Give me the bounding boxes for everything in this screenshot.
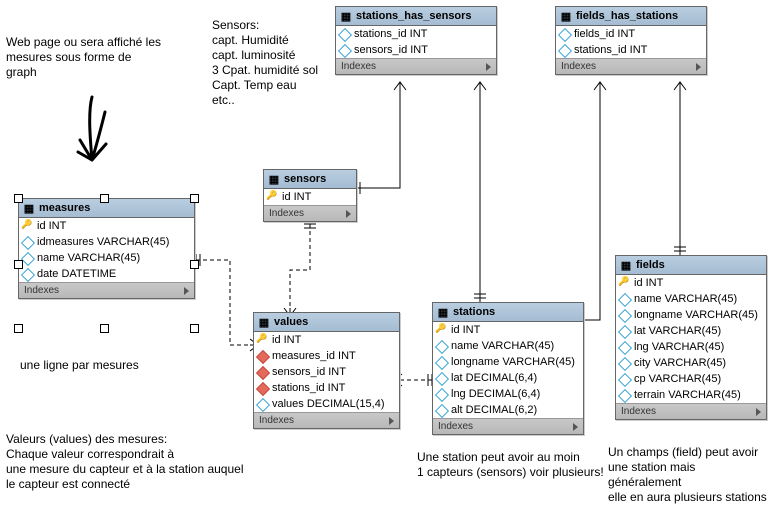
selection-handle[interactable] [14,260,23,269]
table-title: fields [636,259,665,271]
table-measures[interactable]: ▦ measures id INTidmeasures VARCHAR(45)na… [18,198,195,299]
table-icon: ▦ [258,316,270,328]
table-values[interactable]: ▦ values id INTmeasures_id INTsensors_id … [253,312,400,429]
column: lng DECIMAL(6,4) [433,386,583,402]
table-columns: id INTname VARCHAR(45)longname VARCHAR(4… [616,275,766,404]
table-icon: ▦ [620,259,632,271]
table-icon: ▦ [340,10,352,22]
indexes-label: Indexes [621,406,656,417]
table-icon: ▦ [268,173,280,185]
column: stations_id INT [556,42,706,58]
annotation-station: Une station peut avoir au moin 1 capteur… [417,450,604,480]
table-sensors[interactable]: ▦ sensors id INT Indexes [263,169,357,222]
table-columns: id INT [264,189,356,206]
column: idmeasures VARCHAR(45) [19,234,194,250]
column: id INT [264,189,356,205]
indexes-label: Indexes [438,421,473,432]
column: sensors_id INT [254,364,399,380]
indexes-label: Indexes [269,208,304,219]
table-fields-has-stations[interactable]: ▦ fields_has_stations fields_id INTstatio… [555,6,707,75]
selection-handle[interactable] [190,324,199,333]
expand-icon[interactable] [756,408,761,416]
indexes-label: Indexes [341,61,376,72]
selection-handle[interactable] [100,194,109,203]
table-title: sensors [284,173,326,185]
column: id INT [433,322,583,338]
expand-icon[interactable] [184,287,189,295]
annotation-values: Valeurs (values) des mesures: Chaque val… [6,432,244,492]
column: terrain VARCHAR(45) [616,387,766,403]
table-title: values [274,316,308,328]
column: lat DECIMAL(6,4) [433,370,583,386]
expand-icon[interactable] [389,417,394,425]
table-icon: ▦ [437,306,449,318]
column: name VARCHAR(45) [433,338,583,354]
table-columns: id INTidmeasures VARCHAR(45)name VARCHAR… [19,218,194,283]
expand-icon[interactable] [696,63,701,71]
table-title: stations [453,306,495,318]
column: longname VARCHAR(45) [433,354,583,370]
selection-handle[interactable] [190,260,199,269]
annotation-sensors: Sensors: capt. Humidité capt. luminosité… [212,18,318,108]
annotation-field: Un champs (field) peut avoir une station… [608,445,769,505]
table-stations-has-sensors[interactable]: ▦ stations_has_sensors stations_id INTsen… [335,6,497,75]
table-icon: ▦ [560,10,572,22]
table-title: fields_has_stations [576,10,678,22]
annotation-line-per-measure: une ligne par mesures [20,358,139,373]
column: date DATETIME [19,266,194,282]
column: measures_id INT [254,348,399,364]
indexes-label: Indexes [561,61,596,72]
column: lat VARCHAR(45) [616,323,766,339]
column: fields_id INT [556,26,706,42]
column: name VARCHAR(45) [616,291,766,307]
column: longname VARCHAR(45) [616,307,766,323]
column: values DECIMAL(15,4) [254,396,399,412]
column: alt DECIMAL(6,2) [433,402,583,418]
column: cp VARCHAR(45) [616,371,766,387]
column: name VARCHAR(45) [19,250,194,266]
table-fields[interactable]: ▦ fields id INTname VARCHAR(45)longname V… [615,255,767,420]
expand-icon[interactable] [573,423,578,431]
table-columns: fields_id INTstations_id INT [556,26,706,59]
table-columns: id INTname VARCHAR(45)longname VARCHAR(4… [433,322,583,419]
table-stations[interactable]: ▦ stations id INTname VARCHAR(45)longname… [432,302,584,435]
expand-icon[interactable] [486,63,491,71]
annotation-webpage: Web page ou sera affiché les mesures sou… [6,35,161,80]
column: stations_id INT [336,26,496,42]
table-title: measures [39,202,90,214]
table-columns: stations_id INTsensors_id INT [336,26,496,59]
table-title: stations_has_sensors [356,10,472,22]
column: lng VARCHAR(45) [616,339,766,355]
column: city VARCHAR(45) [616,355,766,371]
selection-handle[interactable] [14,324,23,333]
indexes-label: Indexes [24,285,59,296]
column: stations_id INT [254,380,399,396]
selection-handle[interactable] [14,194,23,203]
selection-handle[interactable] [190,194,199,203]
selection-handle[interactable] [100,324,109,333]
indexes-label: Indexes [259,415,294,426]
column: id INT [19,218,194,234]
table-icon: ▦ [23,202,35,214]
column: sensors_id INT [336,42,496,58]
table-columns: id INTmeasures_id INTsensors_id INTstati… [254,332,399,413]
column: id INT [616,275,766,291]
column: id INT [254,332,399,348]
expand-icon[interactable] [346,210,351,218]
